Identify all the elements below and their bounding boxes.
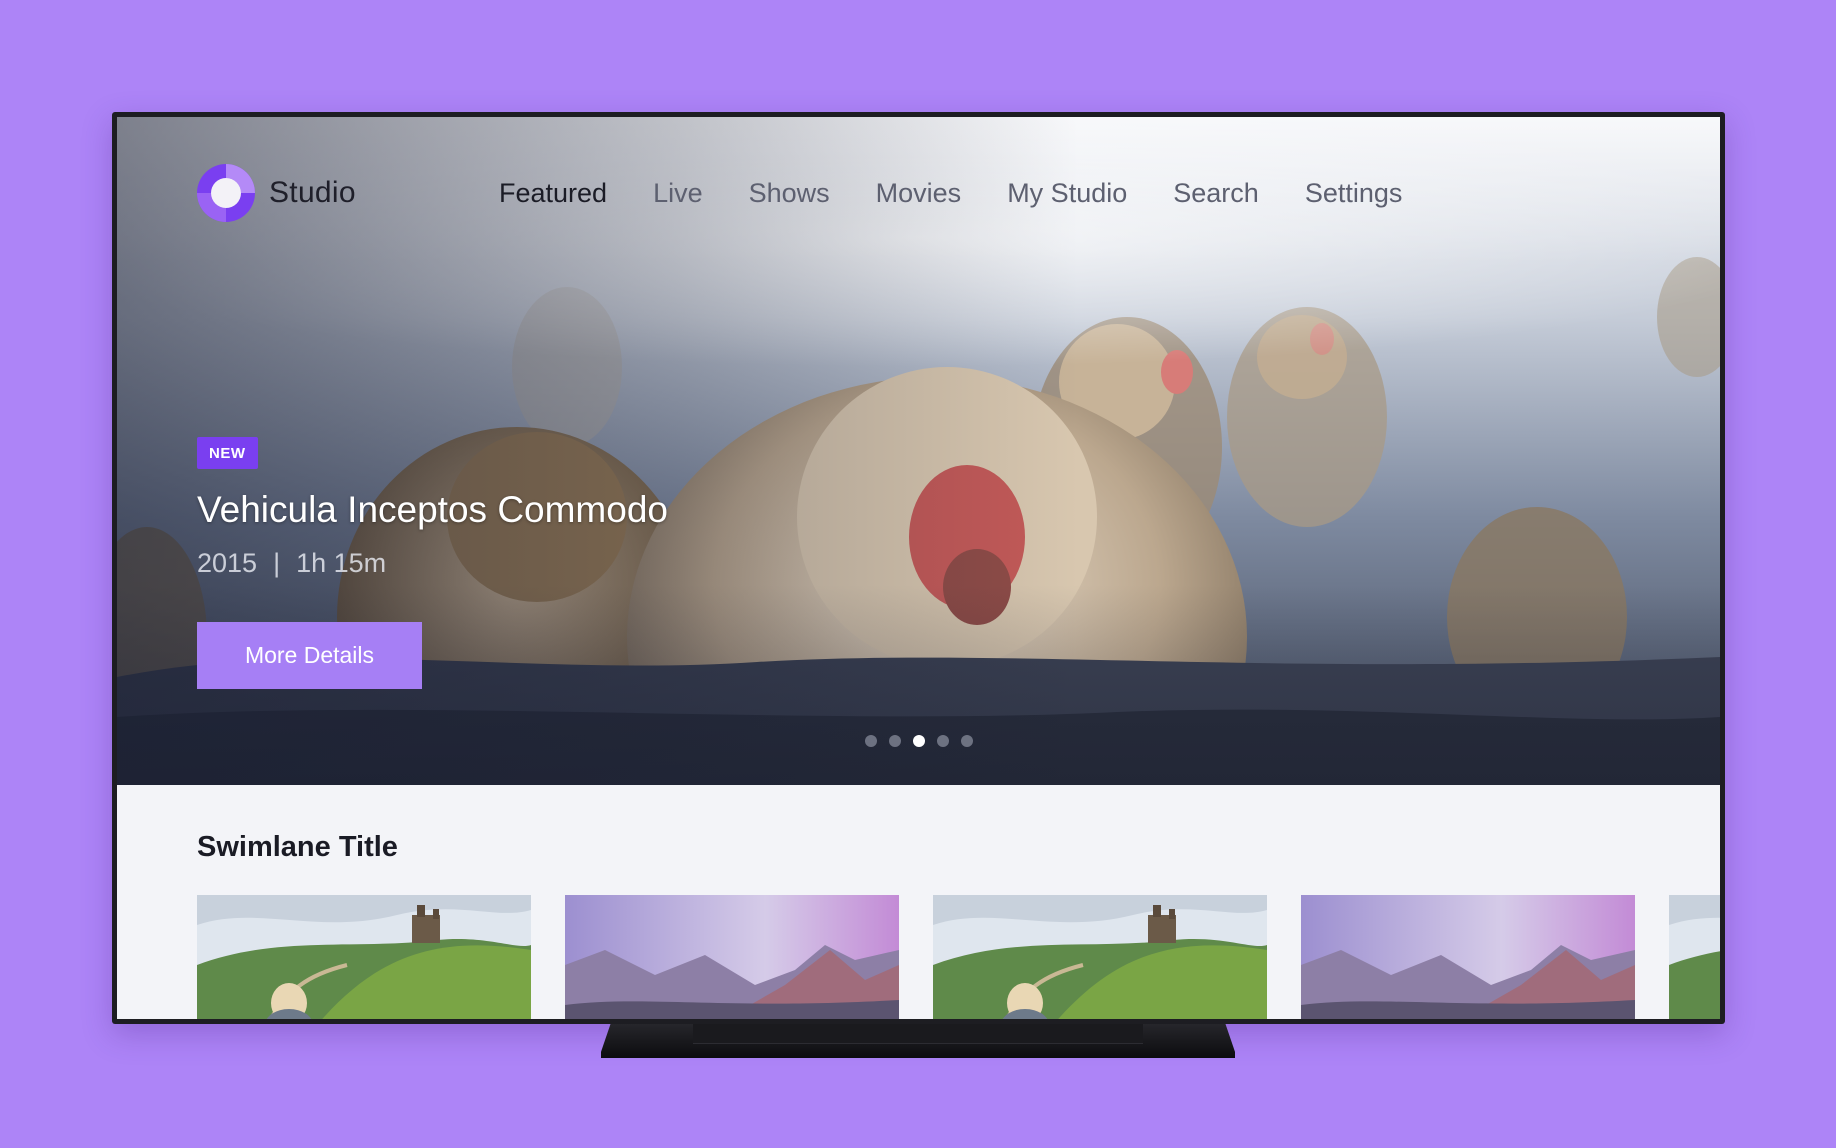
thumbnail-green-hill-image	[197, 895, 531, 1019]
swimlane-tile[interactable]	[933, 895, 1267, 1019]
tv-screen: Studio Featured Live Shows Movies My Stu…	[117, 117, 1720, 1019]
swimlane-tile[interactable]	[1301, 895, 1635, 1019]
nav-movies[interactable]: Movies	[876, 178, 962, 209]
carousel-dot-active[interactable]	[913, 735, 925, 747]
carousel-indicator	[865, 735, 973, 747]
top-bar: Studio	[197, 161, 356, 225]
carousel-dot[interactable]	[889, 735, 901, 747]
main-nav: Featured Live Shows Movies My Studio Sea…	[499, 161, 1402, 225]
brand-name: Studio	[269, 176, 356, 209]
tv-stand-bar	[693, 1024, 1143, 1044]
new-badge: NEW	[197, 437, 258, 469]
swimlane-title: Swimlane Title	[197, 831, 398, 863]
swimlane-tile[interactable]	[565, 895, 899, 1019]
studio-logo-icon	[197, 164, 255, 222]
hero-duration: 1h 15m	[296, 548, 387, 578]
nav-search[interactable]: Search	[1173, 178, 1259, 209]
nav-settings[interactable]: Settings	[1305, 178, 1403, 209]
nav-featured[interactable]: Featured	[499, 178, 607, 209]
nav-live[interactable]: Live	[653, 178, 703, 209]
more-details-button[interactable]: More Details	[197, 622, 422, 689]
hero-banner: Studio Featured Live Shows Movies My Stu…	[117, 117, 1720, 785]
nav-shows[interactable]: Shows	[749, 178, 830, 209]
nav-my-studio[interactable]: My Studio	[1007, 178, 1127, 209]
thumbnail-green-hill-image	[933, 895, 1267, 1019]
meta-separator: |	[273, 548, 281, 578]
tv-frame: Studio Featured Live Shows Movies My Stu…	[112, 112, 1725, 1024]
tv-stand	[601, 1024, 1235, 1058]
thumbnail-purple-mountain-image	[565, 895, 899, 1019]
thumbnail-purple-mountain-image	[1301, 895, 1635, 1019]
hero-meta: 2015 | 1h 15m	[197, 548, 386, 579]
brand-logo[interactable]: Studio	[197, 164, 356, 222]
swimlane-row	[197, 895, 1720, 1019]
thumbnail-green-hill-image	[1669, 895, 1720, 1019]
swimlane-tile[interactable]	[1669, 895, 1720, 1019]
hero-title: Vehicula Inceptos Commodo	[197, 489, 668, 530]
hero-year: 2015	[197, 548, 258, 578]
carousel-dot[interactable]	[937, 735, 949, 747]
carousel-dot[interactable]	[961, 735, 973, 747]
swimlane-tile[interactable]	[197, 895, 531, 1019]
carousel-dot[interactable]	[865, 735, 877, 747]
